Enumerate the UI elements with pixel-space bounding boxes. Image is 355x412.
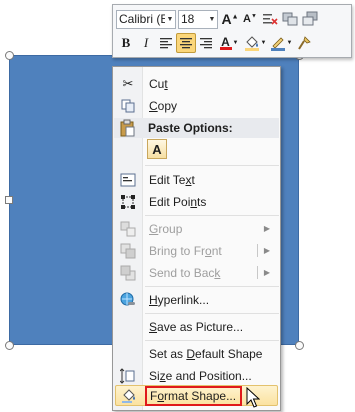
font-color-button[interactable]: A ▼ (216, 33, 242, 53)
menu-item-label: Hyperlink... (149, 292, 210, 307)
menu-item-bring-to-front: Bring to Front ▶ (115, 240, 278, 261)
resize-handle-left[interactable] (5, 196, 13, 204)
menu-divider (145, 286, 279, 287)
font-name-combo[interactable]: Calibri (E ▼ (116, 9, 176, 29)
group-icon (115, 218, 141, 239)
text-a-icon: A (152, 141, 162, 157)
clear-formatting-icon (263, 14, 278, 25)
hyperlink-globe-icon (115, 289, 141, 310)
shape-fill-button[interactable]: ▼ (242, 33, 268, 53)
bold-icon: B (121, 35, 131, 50)
menu-divider (145, 165, 279, 166)
format-shape-icon (116, 385, 142, 406)
bold-button[interactable]: B (116, 33, 136, 53)
split-divider (257, 266, 258, 279)
clipboard-icon (119, 119, 135, 140)
font-color-icon: A (219, 34, 232, 50)
grow-font-icon: A▲ (221, 11, 239, 27)
menu-item-edit-text[interactable]: Edit Text (115, 169, 278, 190)
align-center-icon (180, 38, 192, 49)
menu-item-label: Edit Text (149, 172, 195, 187)
align-center-button[interactable] (176, 33, 196, 53)
menu-item-group: Group ▶ (115, 218, 278, 239)
menu-item-set-default-shape[interactable]: Set as Default Shape (115, 343, 278, 364)
layers-icon (302, 11, 318, 26)
menu-item-label: Copy (149, 98, 178, 113)
menu-item-cut[interactable]: ✂ Cut (115, 73, 278, 94)
size-position-icon (115, 365, 141, 386)
format-painter-icon (298, 36, 311, 50)
mini-toolbar: Calibri (E ▼ 18 ▼ A▲ A▼ B I A ▼ ▼ ▼ (112, 4, 352, 58)
align-left-icon (160, 38, 172, 49)
menu-item-label: Edit Points (149, 194, 207, 209)
set-default-shape-icon (115, 343, 141, 364)
chevron-down-icon: ▼ (260, 40, 267, 46)
clear-formatting-button[interactable] (260, 9, 280, 29)
chevron-down-icon: ▼ (208, 15, 216, 23)
menu-item-label: Format Shape... (144, 385, 243, 406)
font-name-value: Calibri (E (119, 12, 165, 26)
menu-item-label: Set as Default Shape (149, 346, 263, 361)
shrink-font-button[interactable]: A▼ (240, 9, 260, 29)
menu-divider (145, 313, 279, 314)
menu-item-edit-points[interactable]: Edit Points (115, 191, 278, 212)
font-size-value: 18 (181, 12, 195, 26)
resize-handle-bottom-right[interactable] (295, 341, 304, 350)
bring-to-front-icon (115, 240, 141, 261)
italic-icon: I (143, 35, 149, 50)
menu-item-label: Send to Back (149, 265, 221, 280)
text-box-icon (115, 169, 141, 190)
chevron-down-icon: ▼ (232, 40, 239, 46)
split-divider (257, 244, 258, 257)
grow-font-button[interactable]: A▲ (220, 9, 240, 29)
align-right-icon (200, 38, 212, 49)
copy-icon (115, 95, 141, 116)
menu-item-send-to-back: Send to Back ▶ (115, 262, 278, 283)
paste-options-header: Paste Options: (114, 118, 279, 138)
format-painter-button[interactable] (294, 33, 314, 53)
paint-bucket-icon (244, 36, 259, 51)
paste-options-label: Paste Options: (148, 121, 233, 135)
chevron-down-icon: ▼ (166, 15, 174, 23)
menu-item-label: Cut (149, 76, 168, 91)
shape-outline-button[interactable]: ▼ (268, 33, 294, 53)
save-as-picture-icon (115, 316, 141, 337)
align-right-button[interactable] (196, 33, 216, 53)
shape-fill-style-button[interactable] (280, 9, 300, 29)
paste-keep-text-only-button[interactable]: A (147, 139, 167, 159)
menu-item-label: Bring to Front (149, 243, 222, 258)
arrange-button[interactable] (300, 9, 320, 29)
resize-handle-top-left[interactable] (5, 51, 14, 60)
align-left-button[interactable] (156, 33, 176, 53)
menu-item-size-and-position[interactable]: Size and Position... (115, 365, 278, 386)
resize-handle-bottom-left[interactable] (5, 341, 14, 350)
shrink-font-icon: A▼ (243, 13, 257, 25)
menu-item-label: Group (149, 221, 183, 236)
send-to-back-icon (115, 262, 141, 283)
menu-item-copy[interactable]: Copy (115, 95, 278, 116)
menu-item-label: Size and Position... (149, 368, 252, 383)
submenu-arrow-icon: ▶ (263, 224, 270, 233)
pencil-icon (270, 37, 285, 51)
font-size-combo[interactable]: 18 ▼ (178, 9, 218, 29)
submenu-arrow-icon: ▶ (263, 268, 270, 277)
menu-divider (145, 340, 279, 341)
italic-button[interactable]: I (136, 33, 156, 53)
chevron-down-icon: ▼ (286, 40, 293, 46)
menu-item-label: Save as Picture... (149, 319, 244, 334)
submenu-arrow-icon: ▶ (263, 246, 270, 255)
shapes-icon (282, 12, 298, 26)
mouse-pointer-icon (246, 387, 260, 408)
context-menu: ✂ Cut Copy Paste Options: A Edit Text Ed… (112, 66, 281, 411)
menu-item-save-as-picture[interactable]: Save as Picture... (115, 316, 278, 337)
menu-divider (145, 215, 279, 216)
menu-item-hyperlink[interactable]: Hyperlink... (115, 289, 278, 310)
edit-points-icon (115, 191, 141, 212)
scissors-icon: ✂ (122, 75, 134, 91)
